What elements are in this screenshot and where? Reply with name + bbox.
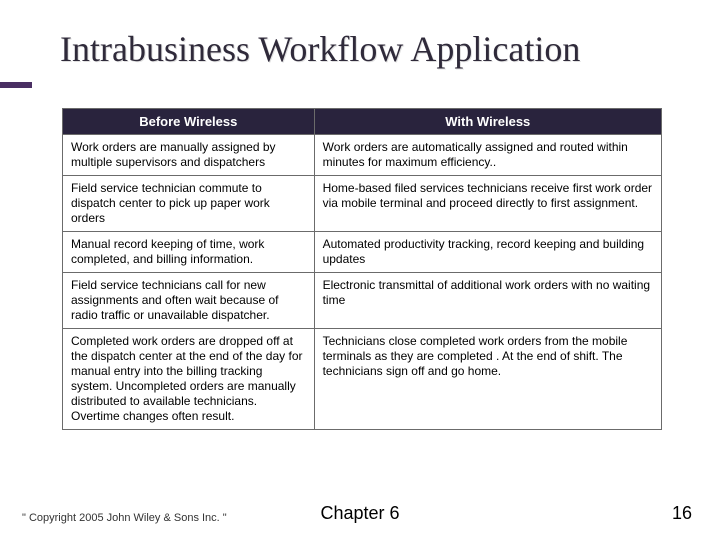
cell-before: Manual record keeping of time, work comp…	[63, 232, 315, 273]
slide-title: Intrabusiness Workflow Application	[60, 28, 680, 70]
cell-before: Field service technicians call for new a…	[63, 273, 315, 329]
cell-with: Electronic transmittal of additional wor…	[314, 273, 661, 329]
table-row: Completed work orders are dropped off at…	[63, 329, 662, 430]
table-row: Field service technicians call for new a…	[63, 273, 662, 329]
accent-bar	[0, 82, 32, 88]
header-before: Before Wireless	[63, 109, 315, 135]
cell-before: Completed work orders are dropped off at…	[63, 329, 315, 430]
cell-before: Field service technician commute to disp…	[63, 176, 315, 232]
table-row: Field service technician commute to disp…	[63, 176, 662, 232]
table-header-row: Before Wireless With Wireless	[63, 109, 662, 135]
header-with: With Wireless	[314, 109, 661, 135]
slide: Intrabusiness Workflow Application Befor…	[0, 0, 720, 540]
cell-with: Automated productivity tracking, record …	[314, 232, 661, 273]
cell-with: Home-based filed services technicians re…	[314, 176, 661, 232]
table-row: Work orders are manually assigned by mul…	[63, 135, 662, 176]
footer: " Copyright 2005 John Wiley & Sons Inc. …	[0, 500, 720, 524]
cell-with: Technicians close completed work orders …	[314, 329, 661, 430]
cell-with: Work orders are automatically assigned a…	[314, 135, 661, 176]
comparison-table: Before Wireless With Wireless Work order…	[62, 108, 662, 430]
cell-before: Work orders are manually assigned by mul…	[63, 135, 315, 176]
page-number: 16	[672, 503, 692, 524]
chapter-label: Chapter 6	[0, 503, 720, 524]
table-row: Manual record keeping of time, work comp…	[63, 232, 662, 273]
